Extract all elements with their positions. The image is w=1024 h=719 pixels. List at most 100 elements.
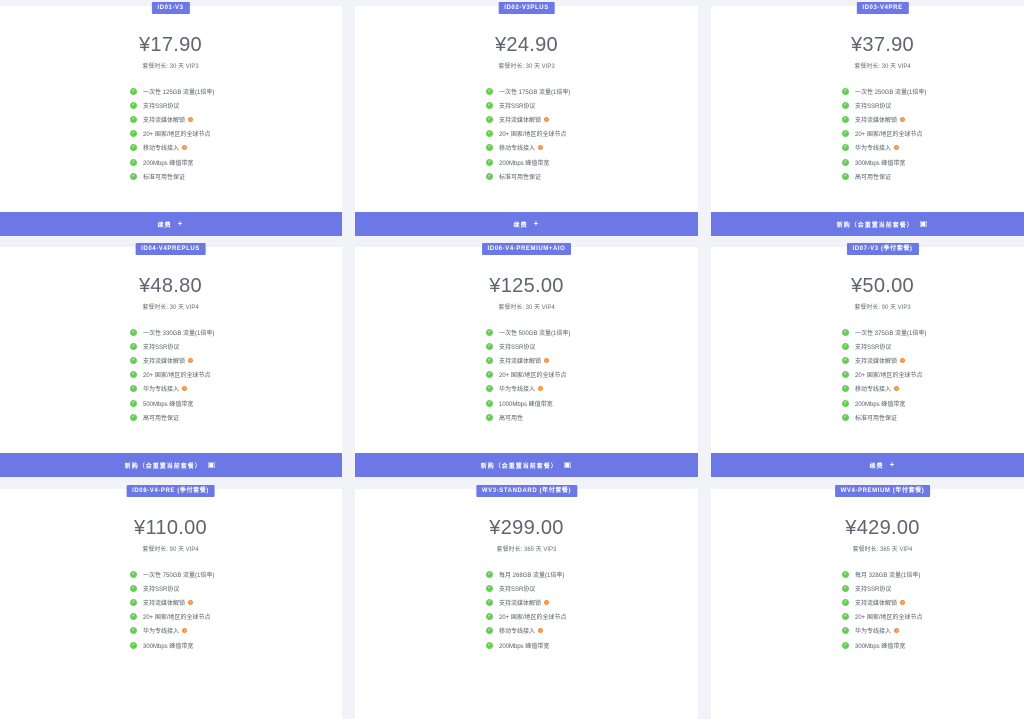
help-icon[interactable]: ? [894, 145, 900, 151]
help-icon[interactable]: ? [894, 386, 900, 392]
feature-item: ✓ 一次性 175GB 流量(1倍率) [486, 84, 570, 98]
plan-badge: ID01-V3 [151, 2, 190, 14]
check-icon: ✓ [842, 413, 849, 421]
check-icon: ✓ [130, 371, 137, 379]
check-icon: ✓ [130, 130, 137, 138]
renew-button[interactable]: 续费 + [0, 212, 342, 236]
feature-text: 一次性 175GB 流量(1倍率) [499, 89, 571, 96]
feature-item: ✓ 20+ 国家/地区的全球节点 [130, 127, 214, 141]
plan-duration: 套餐时长: 30 天 VIP4 [498, 305, 555, 311]
help-icon[interactable]: ? [182, 628, 188, 634]
feature-text: 华为专线接入 [855, 146, 892, 153]
check-icon: ✓ [842, 627, 849, 635]
check-icon: ✓ [486, 87, 493, 95]
cart-icon: ▣ [563, 460, 573, 469]
feature-item: ✓ 300Mbps 峰值带宽 [842, 155, 926, 169]
feature-list: ✓ 每月 268GB 流量(1倍率) ✓ 支持SSR协议 ✓ 支持流媒体解锁? ✓ 20+ 国… [486, 567, 567, 652]
check-icon: ✓ [486, 613, 493, 621]
check-icon: ✓ [130, 115, 137, 123]
feature-text: 高可用性保证 [855, 174, 892, 181]
check-icon: ✓ [486, 627, 493, 635]
plan-badge: WV3-STANDARD (年付套餐) [475, 485, 578, 497]
plan-duration: 套餐时长: 30 天 VIP3 [142, 64, 199, 70]
feature-item: ✓ 支持流媒体解锁? [842, 353, 926, 367]
new-purchase-button[interactable]: 新购（会重置当前套餐） ▣ [0, 453, 342, 477]
renew-button[interactable]: 续费 + [355, 212, 698, 236]
check-icon: ✓ [130, 144, 137, 152]
plan-badge: ID03-V4PRE [856, 2, 909, 14]
plus-icon: + [533, 219, 540, 228]
help-icon[interactable]: ? [188, 599, 194, 605]
plan-badge: ID04-V4PREPLUS [135, 243, 206, 255]
help-icon[interactable]: ? [182, 386, 188, 392]
check-icon: ✓ [486, 158, 493, 166]
help-icon[interactable]: ? [544, 599, 550, 605]
feature-text: 20+ 国家/地区的全球节点 [143, 132, 211, 139]
feature-text: 200Mbps 峰值带宽 [499, 643, 550, 650]
check-icon: ✓ [130, 385, 137, 393]
feature-text: 支持流媒体解锁 [143, 117, 186, 124]
help-icon[interactable]: ? [188, 116, 194, 122]
renew-button[interactable]: 续费 + [711, 453, 1024, 477]
plan-duration: 套餐时长: 30 天 VIP3 [498, 64, 555, 70]
help-icon[interactable]: ? [188, 357, 194, 363]
help-icon[interactable]: ? [544, 116, 550, 122]
cart-icon: ▣ [207, 460, 217, 469]
check-icon: ✓ [486, 115, 493, 123]
plan-price: ¥50.00 [851, 275, 914, 297]
feature-text: 200Mbps 峰值带宽 [499, 160, 550, 167]
help-icon[interactable]: ? [182, 145, 188, 151]
feature-item: ✓ 300Mbps 峰值带宽 [842, 638, 923, 652]
help-icon[interactable]: ? [894, 628, 900, 634]
feature-item: ✓ 每月 268GB 流量(1倍率) [486, 567, 567, 581]
feature-text: 华为专线接入 [143, 387, 180, 394]
feature-list: ✓ 一次性 175GB 流量(1倍率) ✓ 支持SSR协议 ✓ 支持流媒体解锁? ✓ 20+ … [486, 84, 570, 183]
feature-item: ✓ 200Mbps 峰值带宽 [130, 155, 214, 169]
button-label: 新购（会重置当前套餐） [836, 222, 914, 229]
feature-text: 华为专线接入 [855, 629, 892, 636]
help-icon[interactable]: ? [900, 357, 906, 363]
plan-price: ¥110.00 [134, 517, 207, 539]
feature-item: ✓ 支持SSR协议 [130, 581, 214, 595]
check-icon: ✓ [842, 130, 849, 138]
plan-price: ¥429.00 [845, 517, 920, 539]
feature-text: 200Mbps 峰值带宽 [143, 160, 194, 167]
plan-duration: 套餐时长: 30 天 VIP4 [854, 64, 911, 70]
plan-badge: ID07-V3 (季付套餐) [846, 243, 919, 255]
feature-list: ✓ 一次性 500GB 流量(1倍率) ✓ 支持SSR协议 ✓ 支持流媒体解锁? ✓ 20+ … [486, 325, 570, 424]
feature-item: ✓ 高可用性 [486, 410, 570, 424]
new-purchase-button[interactable]: 新购（会重置当前套餐） ▣ [355, 453, 698, 477]
feature-item: ✓ 支持流媒体解锁? [486, 353, 570, 367]
button-label: 新购（会重置当前套餐） [480, 463, 558, 470]
feature-item: ✓ 20+ 国家/地区的全球节点 [842, 127, 926, 141]
new-purchase-button[interactable]: 新购（会重置当前套餐） ▣ [711, 212, 1024, 236]
feature-text: 1000Mbps 峰值带宽 [499, 401, 553, 408]
feature-item: ✓ 高可用性保证 [130, 410, 214, 424]
plus-icon: + [177, 219, 184, 228]
check-icon: ✓ [486, 144, 493, 152]
check-icon: ✓ [130, 356, 137, 364]
plan-price: ¥24.90 [495, 34, 558, 56]
plan-price: ¥125.00 [489, 275, 564, 297]
feature-text: 支持SSR协议 [143, 103, 180, 110]
check-icon: ✓ [130, 328, 137, 336]
check-icon: ✓ [486, 598, 493, 606]
help-icon[interactable]: ? [538, 145, 544, 151]
help-icon[interactable]: ? [900, 116, 906, 122]
feature-text: 一次性 125GB 流量(1倍率) [143, 89, 215, 96]
feature-item: ✓ 移动专线接入? [130, 141, 214, 155]
feature-item: ✓ 标准可用性保证 [486, 169, 570, 183]
feature-list: ✓ 一次性 250GB 流量(1倍率) ✓ 支持SSR协议 ✓ 支持流媒体解锁? ✓ 20+ … [842, 84, 926, 183]
help-icon[interactable]: ? [544, 357, 550, 363]
feature-text: 支持SSR协议 [143, 586, 180, 593]
feature-item: ✓ 20+ 国家/地区的全球节点 [486, 127, 570, 141]
help-icon[interactable]: ? [900, 599, 906, 605]
help-icon[interactable]: ? [538, 628, 544, 634]
help-icon[interactable]: ? [538, 386, 544, 392]
check-icon: ✓ [842, 371, 849, 379]
check-icon: ✓ [130, 641, 137, 649]
check-icon: ✓ [486, 342, 493, 350]
feature-item: ✓ 一次性 250GB 流量(1倍率) [842, 84, 926, 98]
feature-item: ✓ 支持SSR协议 [130, 339, 214, 353]
feature-item: ✓ 一次性 330GB 流量(1倍率) [130, 325, 214, 339]
